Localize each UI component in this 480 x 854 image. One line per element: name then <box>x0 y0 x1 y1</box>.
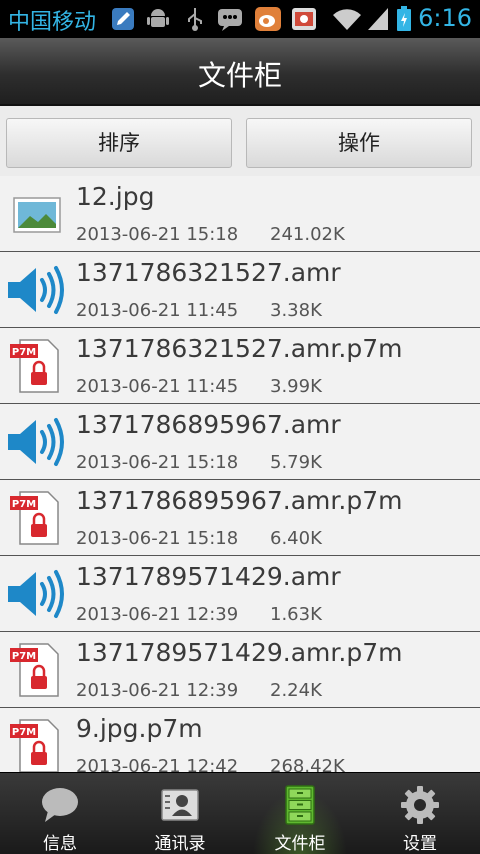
p7m-locked-file-icon: P7M <box>10 339 59 393</box>
file-size: 2.24K <box>270 680 322 701</box>
battery-icon <box>397 6 411 31</box>
nav-item-messages[interactable]: 信息 <box>0 773 120 854</box>
file-date: 2013-06-21 15:18 <box>76 528 239 549</box>
image-file-icon <box>13 197 61 233</box>
wifi-icon <box>333 9 361 31</box>
file-name: 1371786321527.amr.p7m <box>76 334 403 363</box>
nav-label: 通讯录 <box>154 834 206 854</box>
carrier-label: 中国移动 <box>8 10 97 35</box>
file-date: 2013-06-21 12:39 <box>76 680 239 701</box>
store-icon <box>292 8 316 30</box>
nav-item-settings[interactable]: 设置 <box>360 773 480 854</box>
signal-icon <box>368 8 388 30</box>
audio-file-icon <box>8 418 64 466</box>
nav-item-file-cabinet[interactable]: 文件柜 <box>240 773 360 854</box>
list-item[interactable]: P7M 1371789571429.amr.p7m 2013-06-21 12:… <box>0 632 480 708</box>
android-debug-icon <box>147 9 169 27</box>
pencil-app-icon <box>112 8 134 30</box>
nav-item-contacts[interactable]: 通讯录 <box>120 773 240 854</box>
audio-file-icon <box>8 266 64 314</box>
file-name: 12.jpg <box>76 182 155 211</box>
nav-label: 文件柜 <box>274 834 326 854</box>
p7m-locked-file-icon: P7M <box>10 719 59 772</box>
page-title: 文件柜 <box>197 59 282 92</box>
chat-icon <box>218 9 242 31</box>
file-name: 1371789571429.amr.p7m <box>76 638 403 667</box>
list-item[interactable]: P7M 1371786895967.amr.p7m 2013-06-21 15:… <box>0 480 480 556</box>
title-bar: 文件柜 <box>0 38 480 106</box>
list-item[interactable]: P7M 9.jpg.p7m 2013-06-21 12:42 268.42K <box>0 708 480 772</box>
file-size: 3.99K <box>270 376 322 397</box>
file-size: 6.40K <box>270 528 322 549</box>
file-date: 2013-06-21 15:18 <box>76 452 239 473</box>
p7m-badge-text: P7M <box>12 651 36 662</box>
file-name: 1371789571429.amr <box>76 562 341 591</box>
file-date: 2013-06-21 11:45 <box>76 376 239 397</box>
audio-file-icon <box>8 570 64 618</box>
speech-bubble-icon <box>42 788 78 822</box>
file-date: 2013-06-21 12:42 <box>76 756 239 772</box>
bottom-nav: 信息 通讯录 文件柜 设置 <box>0 772 480 854</box>
file-date: 2013-06-21 15:18 <box>76 224 239 245</box>
file-list[interactable]: 12.jpg 2013-06-21 15:18 241.02K 13717863… <box>0 176 480 772</box>
p7m-badge-text: P7M <box>12 727 36 738</box>
list-item[interactable]: 12.jpg 2013-06-21 15:18 241.02K <box>0 176 480 252</box>
contact-card-icon <box>161 789 199 821</box>
file-date: 2013-06-21 11:45 <box>76 300 239 321</box>
nav-label: 信息 <box>43 834 77 854</box>
list-item[interactable]: 1371789571429.amr 2013-06-21 12:39 1.63K <box>0 556 480 632</box>
file-name: 1371786895967.amr.p7m <box>76 486 403 515</box>
sort-button[interactable]: 排序 <box>6 118 232 168</box>
nav-label: 设置 <box>403 834 437 854</box>
file-size: 1.63K <box>270 604 322 625</box>
status-bar: 中国移动 6:16 <box>0 0 480 38</box>
list-item[interactable]: 1371786895967.amr 2013-06-21 15:18 5.79K <box>0 404 480 480</box>
usb-icon <box>188 8 202 31</box>
p7m-locked-file-icon: P7M <box>10 491 59 545</box>
weibo-icon <box>255 7 281 31</box>
clock: 6:16 <box>418 4 472 32</box>
p7m-locked-file-icon: P7M <box>10 643 59 697</box>
file-cabinet-icon <box>285 785 315 825</box>
file-size: 241.02K <box>270 224 345 245</box>
operate-button[interactable]: 操作 <box>246 118 472 168</box>
file-size: 268.42K <box>270 756 345 772</box>
file-name: 1371786895967.amr <box>76 410 341 439</box>
p7m-badge-text: P7M <box>12 347 36 358</box>
list-item[interactable]: P7M 1371786321527.amr.p7m 2013-06-21 11:… <box>0 328 480 404</box>
gear-icon <box>401 786 439 824</box>
file-size: 5.79K <box>270 452 322 473</box>
file-size: 3.38K <box>270 300 322 321</box>
list-item[interactable]: 1371786321527.amr 2013-06-21 11:45 3.38K <box>0 252 480 328</box>
toolbar: 排序 操作 <box>0 106 480 176</box>
file-name: 9.jpg.p7m <box>76 714 203 743</box>
p7m-badge-text: P7M <box>12 499 36 510</box>
file-date: 2013-06-21 12:39 <box>76 604 239 625</box>
file-name: 1371786321527.amr <box>76 258 341 287</box>
